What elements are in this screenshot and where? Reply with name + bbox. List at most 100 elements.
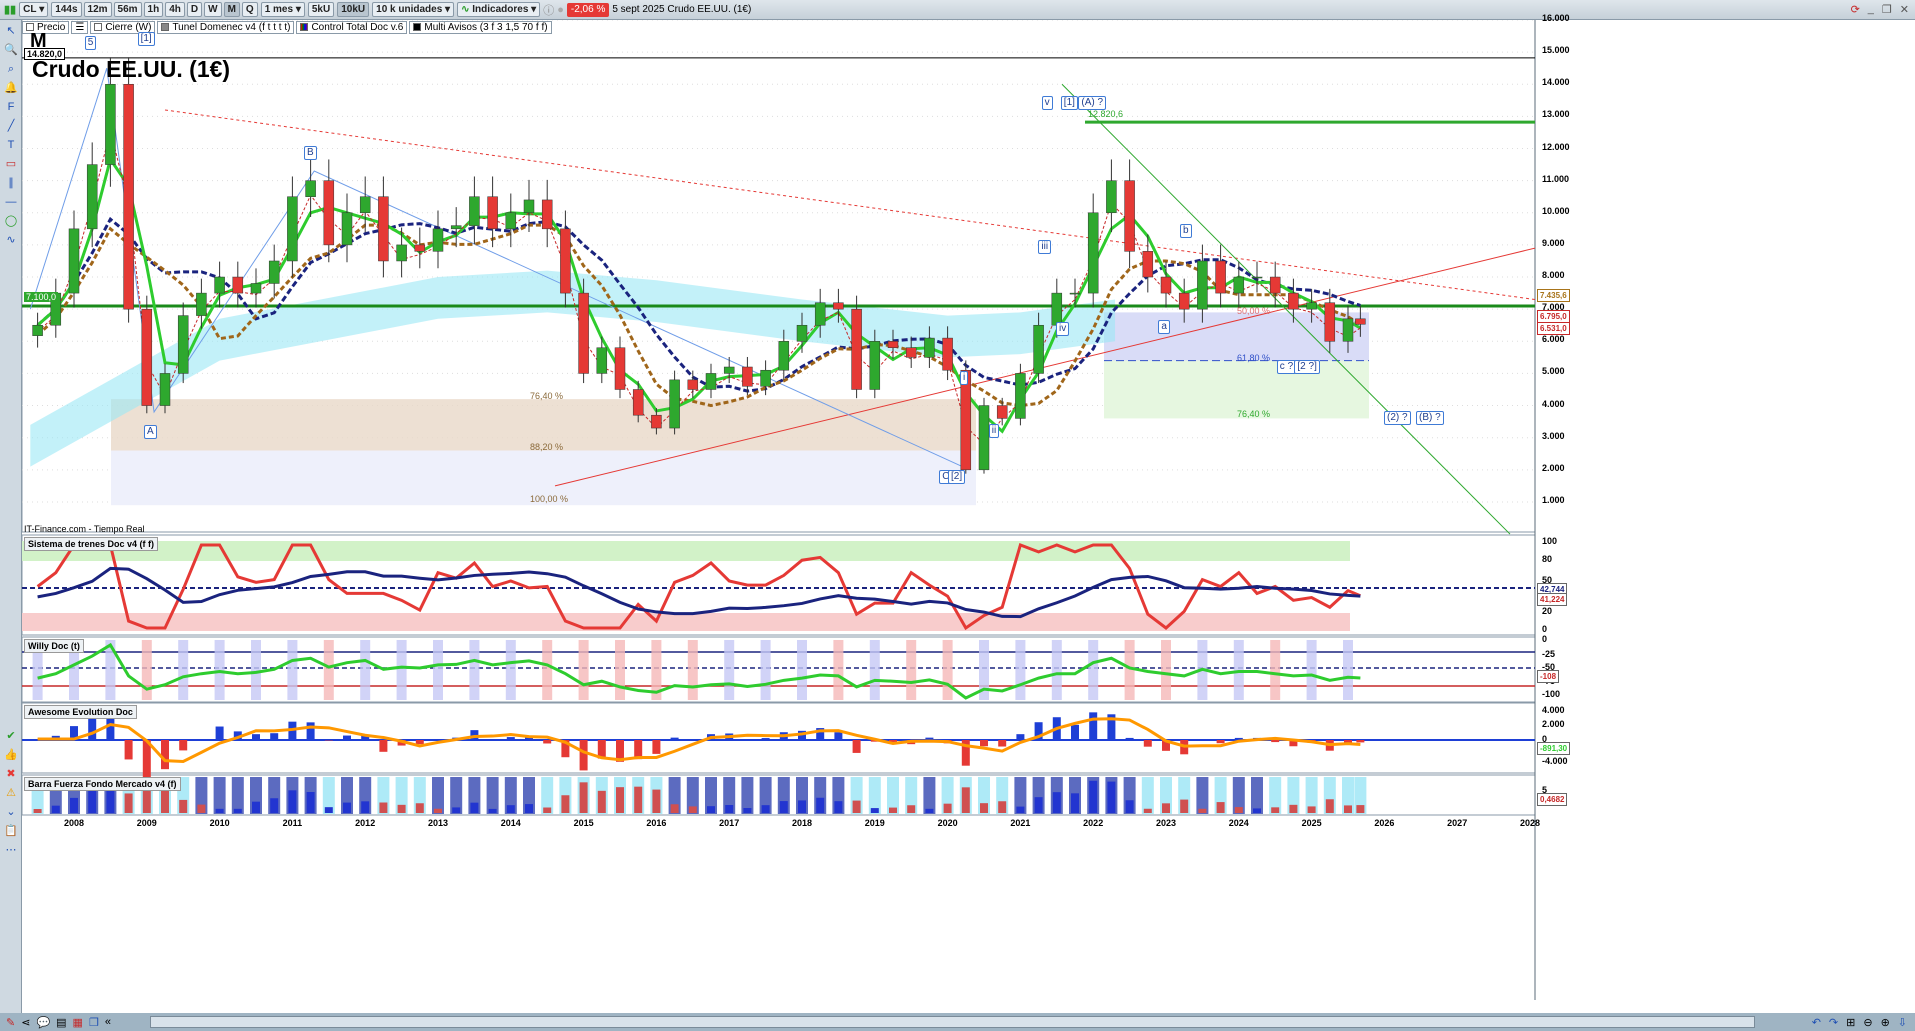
candle xyxy=(469,196,480,226)
wave-label: iv xyxy=(1056,321,1070,336)
awesome-bar xyxy=(179,740,188,751)
fibonacci-icon[interactable]: F xyxy=(3,99,19,115)
panel-tick: -25 xyxy=(1542,649,1556,659)
refresh-icon[interactable]: ⟳ xyxy=(1851,3,1860,16)
fondo-bar xyxy=(415,803,424,813)
draw-tool-icon[interactable]: ✎ xyxy=(6,1016,15,1029)
period-select[interactable]: 1 mes ▾ xyxy=(260,2,305,17)
timeframe-W[interactable]: W xyxy=(204,2,222,17)
fondo-bar xyxy=(634,786,643,813)
rectangle-icon[interactable]: ▭ xyxy=(3,156,19,172)
restore-icon[interactable]: ❐ xyxy=(1882,3,1892,16)
fondo-bar xyxy=(834,801,843,813)
zoom-out-icon[interactable]: ⊖ xyxy=(1863,1016,1872,1029)
panel-title-3: Barra Fuerza Fondo Mercado v4 (f) xyxy=(24,777,181,791)
text-icon[interactable]: T xyxy=(3,137,19,153)
timeframe-12m[interactable]: 12m xyxy=(83,2,112,17)
horizontal-scrollbar[interactable] xyxy=(150,1016,1755,1028)
thumbs-up-icon[interactable]: 👍 xyxy=(3,747,19,763)
hline-icon[interactable]: — xyxy=(3,194,19,210)
comment-icon[interactable]: 💬 xyxy=(36,1016,50,1029)
fondo-bar xyxy=(324,807,333,813)
grid-icon[interactable]: ▦ xyxy=(73,1016,83,1029)
legend-label: Tunel Domenec v4 (f t t t t) xyxy=(172,21,291,33)
timeframe-D[interactable]: D xyxy=(186,2,203,17)
chart-canvas[interactable] xyxy=(0,0,1915,1031)
fondo-bar xyxy=(1052,792,1061,813)
timeframe-1h[interactable]: 1h xyxy=(143,2,164,17)
fondo-bar xyxy=(161,788,169,813)
fondo-bar xyxy=(1198,808,1207,813)
warning-icon[interactable]: ⚠ xyxy=(3,785,19,801)
scroll-left-icon[interactable]: « xyxy=(105,1016,111,1028)
fondo-bar xyxy=(725,805,734,813)
candle xyxy=(1342,318,1354,342)
willy-bar xyxy=(396,640,407,700)
legend-multi-avisos[interactable]: Multi Avisos (3 f 3 1,5 70 f f) xyxy=(409,20,552,34)
cursor-icon[interactable]: ↖ xyxy=(3,23,19,39)
windows-icon[interactable]: ❐ xyxy=(89,1016,99,1029)
undo-icon[interactable]: ↶ xyxy=(1812,1016,1821,1029)
fondo-bar xyxy=(1271,807,1280,813)
candle xyxy=(359,196,371,214)
templates-icon[interactable]: 📋 xyxy=(3,823,19,839)
zoom-in-icon[interactable]: ⊕ xyxy=(1881,1016,1890,1029)
info-icon[interactable]: ⓘ xyxy=(543,2,554,18)
fondo-bar xyxy=(306,792,315,813)
units-select[interactable]: 10 k unidades ▾ xyxy=(372,2,455,17)
timeframe-Q[interactable]: Q xyxy=(241,2,258,17)
collapse-icon[interactable]: ⌄ xyxy=(3,804,19,820)
more-icon[interactable]: ⋯ xyxy=(3,842,19,858)
timeframe-M[interactable]: M xyxy=(223,2,240,17)
fondo-bar xyxy=(1344,805,1352,813)
close-icon[interactable]: ✕ xyxy=(1900,3,1909,16)
check-icon[interactable]: ✔ xyxy=(3,728,19,744)
chart-type-icon[interactable]: ▮▮ xyxy=(4,3,16,16)
source-label: IT-Finance.com - Tiempo Real xyxy=(24,524,145,534)
fib-label: 76,40 % xyxy=(1237,409,1271,419)
symbol-select[interactable]: CL ▾ xyxy=(19,2,49,17)
trendline-icon[interactable]: ╱ xyxy=(3,118,19,134)
fondo-bar xyxy=(616,787,624,813)
awesome-bar xyxy=(543,740,552,744)
zoom-icon[interactable]: 🔍 xyxy=(3,42,19,58)
ellipse-icon[interactable]: ◯ xyxy=(3,213,19,229)
wave-icon[interactable]: ∿ xyxy=(3,232,19,248)
share-icon[interactable]: ⋖ xyxy=(21,1016,30,1029)
candle xyxy=(1355,318,1366,325)
timeframe-4h[interactable]: 4h xyxy=(165,2,185,17)
willy-bar xyxy=(360,640,371,700)
awesome-bar xyxy=(379,740,388,752)
candle xyxy=(1197,260,1208,310)
candle xyxy=(1087,212,1099,294)
fondo-bar xyxy=(233,808,242,813)
pin-icon[interactable]: ⇩ xyxy=(1898,1016,1907,1029)
indicators-button[interactable]: ∿ Indicadores ▾ xyxy=(457,2,541,17)
redo-icon[interactable]: ↷ xyxy=(1829,1016,1838,1029)
candle xyxy=(614,347,626,390)
channel-icon[interactable]: ∥ xyxy=(3,175,19,191)
zoom-area-icon[interactable]: ⌕ xyxy=(3,61,19,77)
timeframe-144s[interactable]: 144s xyxy=(51,2,82,17)
minimize-icon[interactable]: _ xyxy=(1868,3,1874,16)
bottom-controls: ↶ ↷ ⊞ ⊖ ⊕ ⇩ xyxy=(1812,1016,1915,1029)
units-5k-button[interactable]: 5kU xyxy=(307,2,335,17)
fondo-bar xyxy=(1162,803,1170,813)
timeframe-56m[interactable]: 56m xyxy=(113,2,142,17)
delete-icon[interactable]: ✖ xyxy=(3,766,19,782)
units-10k-button[interactable]: 10kU xyxy=(337,2,370,17)
candle xyxy=(887,341,899,348)
year-tick: 2024 xyxy=(1228,818,1249,828)
candle xyxy=(942,337,953,371)
list-icon[interactable]: ☰ xyxy=(71,20,89,34)
zoom-fit-icon[interactable]: ⊞ xyxy=(1846,1016,1855,1029)
legend-label: Cierre (W) xyxy=(105,21,152,33)
report-icon[interactable]: ▤ xyxy=(56,1016,66,1029)
wave-label: (B) ? xyxy=(1416,410,1444,425)
fondo-bar xyxy=(343,802,351,813)
legend-tunel[interactable]: Tunel Domenec v4 (f t t t t) xyxy=(157,20,295,34)
price-tick: 12.000 xyxy=(1542,141,1570,152)
alert-bell-icon[interactable]: 🔔 xyxy=(3,80,19,96)
wave-label: [2 ?] xyxy=(1294,360,1320,375)
legend-control-total[interactable]: Control Total Doc v.6 xyxy=(296,20,408,34)
